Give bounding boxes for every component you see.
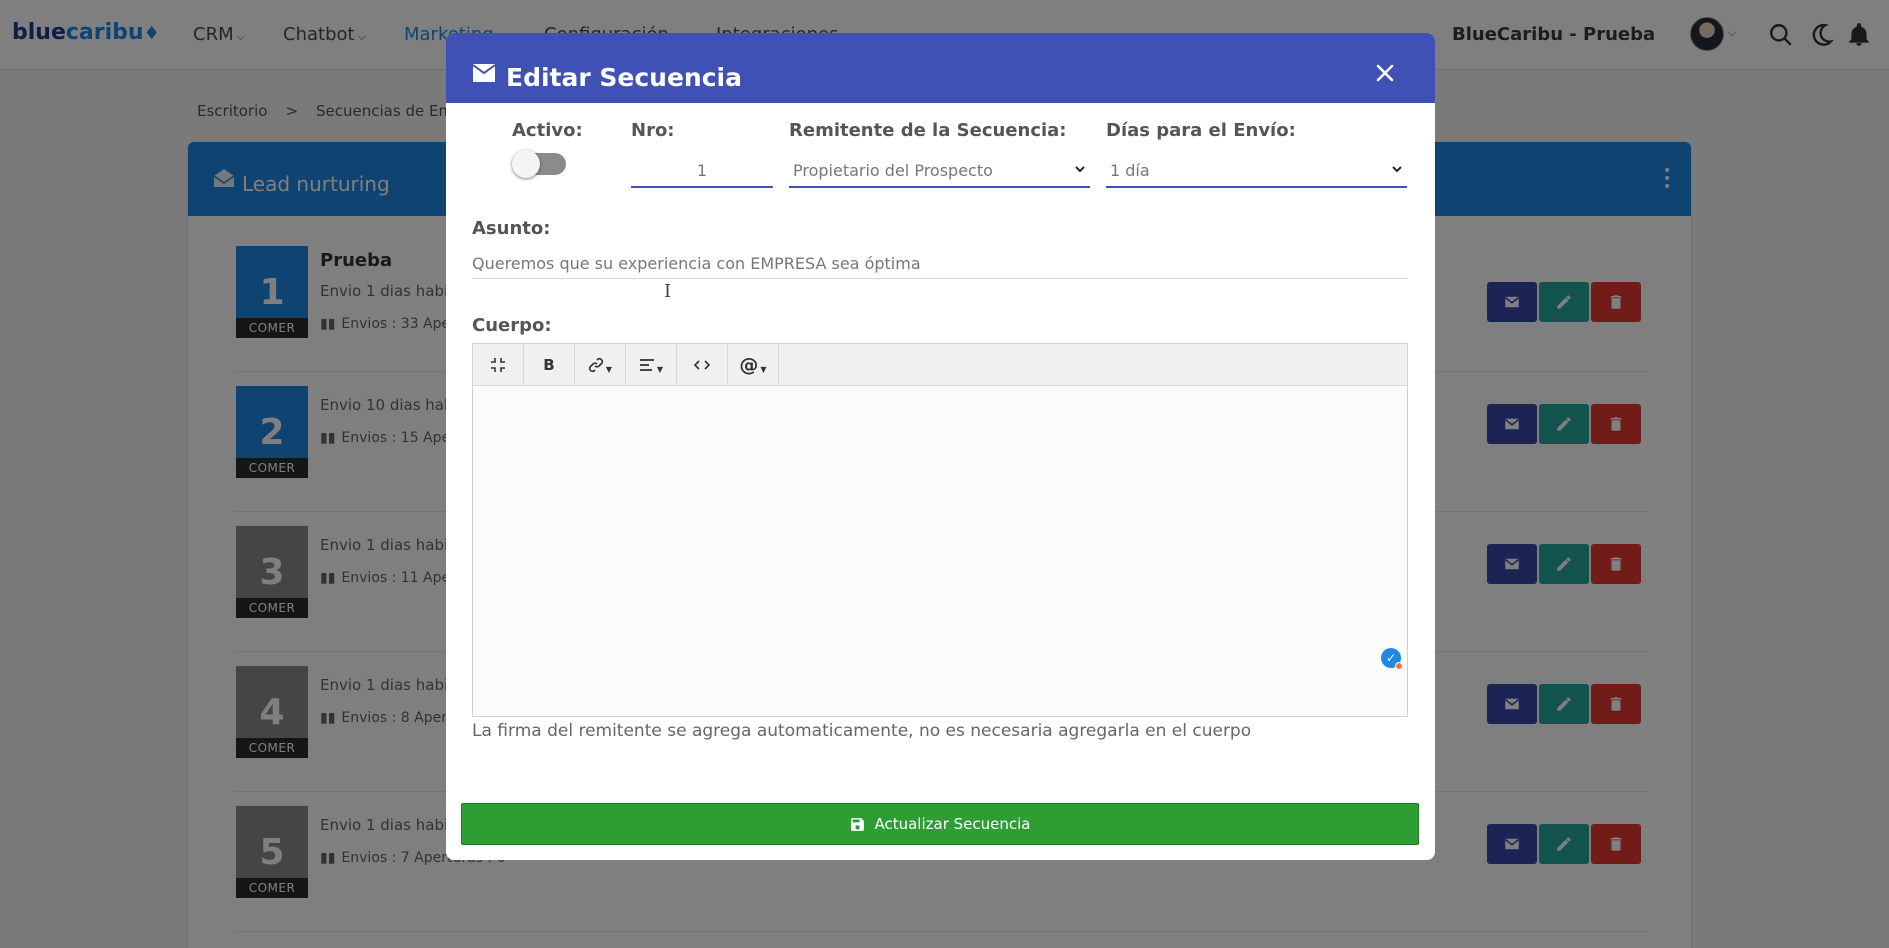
modal-header: Editar Secuencia [446,33,1435,103]
subject-label: Asunto: [472,218,551,239]
chevron-down-icon [1075,166,1085,173]
toggle-knob [512,150,540,178]
grammar-status-dot [1395,662,1403,670]
update-sequence-label: Actualizar Secuencia [874,815,1031,833]
align-button[interactable]: ▼ [626,344,677,385]
fullscreen-button[interactable] [473,344,524,385]
body-label: Cuerpo: [472,315,552,336]
active-label: Activo: [512,120,583,141]
dropdown-caret-icon: ▼ [760,365,767,374]
days-select[interactable]: 1 día [1106,154,1407,188]
body-textarea[interactable] [473,386,1407,716]
sender-label: Remitente de la Secuencia: [789,120,1067,141]
subject-input[interactable]: Queremos que su experiencia con EMPRESA … [472,245,1407,279]
days-label: Días para el Envío: [1106,120,1296,141]
envelope-icon [472,64,496,82]
body-editor: B ▼ ▼ @ ▼ ✓ [472,343,1408,717]
link-button[interactable]: ▼ [575,344,626,385]
align-icon [639,358,654,371]
mention-button[interactable]: @ ▼ [728,344,779,385]
chevron-down-icon [1392,166,1402,173]
text-cursor-icon: I [664,281,672,302]
grammar-check-icon[interactable]: ✓ [1381,648,1403,670]
floppy-disk-icon [851,817,865,831]
days-select-value: 1 día [1110,161,1150,180]
fullscreen-icon [491,357,505,372]
nro-label: Nro: [631,120,675,141]
code-icon [694,359,710,370]
nro-input[interactable]: 1 [631,154,773,188]
code-view-button[interactable] [677,344,728,385]
edit-sequence-modal: Editar Secuencia Activo: Nro: 1 Remitent… [446,33,1435,860]
update-sequence-button[interactable]: Actualizar Secuencia [461,803,1419,845]
active-toggle[interactable] [512,150,566,178]
editor-toolbar: B ▼ ▼ @ ▼ [473,344,1407,386]
signature-hint: La firma del remitente se agrega automat… [472,721,1252,741]
dropdown-caret-icon: ▼ [656,365,664,374]
mention-icon: @ [739,353,759,376]
bold-icon: B [543,355,555,374]
modal-title: Editar Secuencia [506,63,742,92]
link-icon [588,357,604,372]
sender-select-value: Propietario del Prospecto [793,161,993,180]
close-icon[interactable] [1376,64,1394,82]
bold-button[interactable]: B [524,344,575,385]
dropdown-caret-icon: ▼ [605,365,613,374]
sender-select[interactable]: Propietario del Prospecto [789,154,1090,188]
